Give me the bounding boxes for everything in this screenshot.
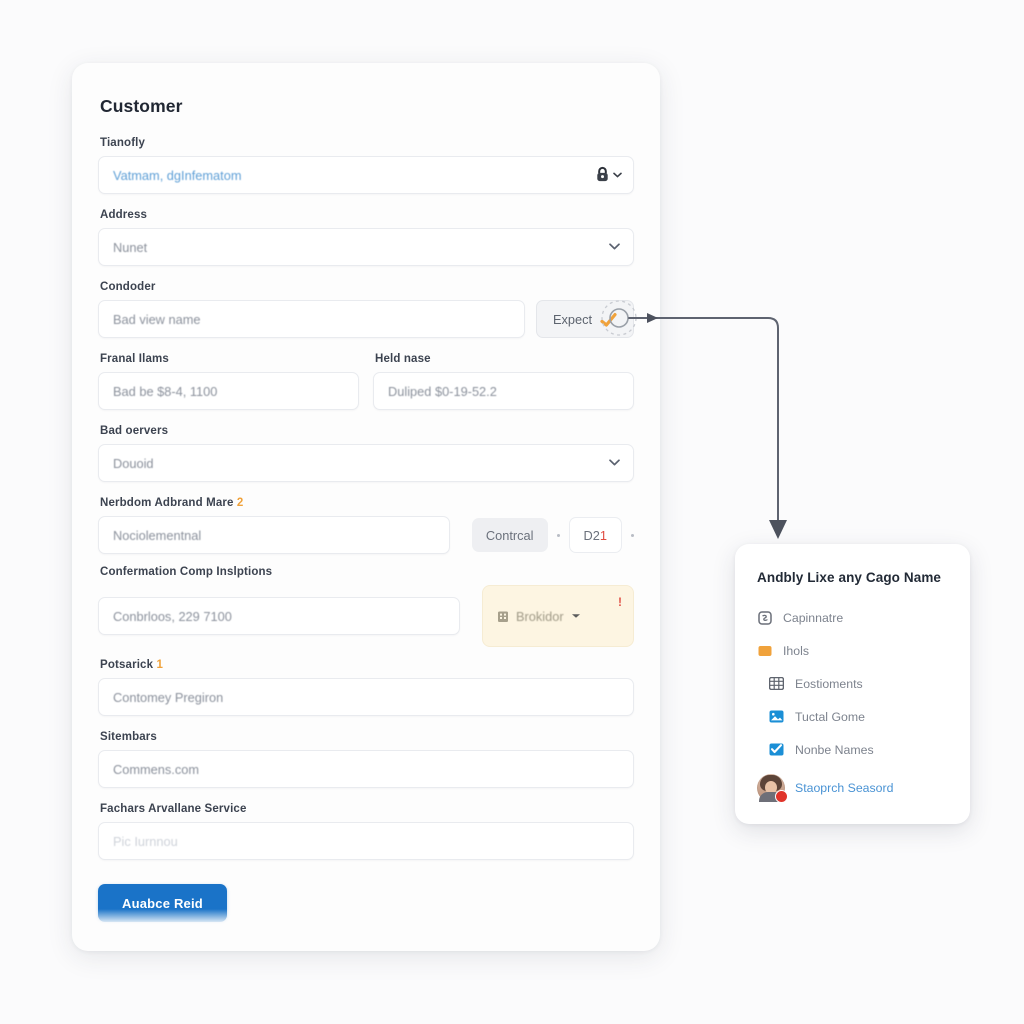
field-label-nerbdom: Nerbdom Adbrand Mare 2 xyxy=(100,497,634,509)
connector-arrowhead-end xyxy=(769,520,787,539)
chevron-down-icon xyxy=(609,243,620,250)
nerbdom-input[interactable]: Nociolementnal xyxy=(98,516,450,554)
chip-d2-label: D2 xyxy=(583,527,600,543)
menu-item-label: Capinnatre xyxy=(783,610,844,625)
menu-item-capinnatre[interactable]: Capinnatre xyxy=(757,601,948,634)
confirmation-row: Conbrloos, 229 7100 Brokidor ! xyxy=(98,585,634,647)
expect-button[interactable]: Expect xyxy=(536,300,634,338)
badge-icon xyxy=(757,610,772,625)
building-icon xyxy=(498,611,508,622)
potsarick-value: Contomey Pregiron xyxy=(113,689,224,705)
field-label-confirmation: Confermation Comp Inslptions xyxy=(100,566,273,578)
address-value: Nunet xyxy=(113,239,148,255)
chevron-down-icon xyxy=(609,459,620,466)
held-name-group: Held nase Duliped $0-19-52.2 xyxy=(373,353,634,410)
chevron-down-icon xyxy=(571,614,580,618)
name-row: Franal Ilams Bad be $8-4, 1100 Held nase… xyxy=(98,353,634,410)
chip-d2-suffix: 1 xyxy=(599,527,607,543)
tianofly-input[interactable]: Vatmam, dgInfematom xyxy=(98,156,634,194)
menu-item-label: Nonbe Names xyxy=(795,742,874,757)
tianofly-value: Vatmam, dgInfematom xyxy=(113,167,242,183)
first-name-value: Bad be $8-4, 1100 xyxy=(113,383,218,399)
grid-icon xyxy=(769,676,784,691)
field-label-address: Address xyxy=(100,209,148,221)
menu-card-title: Andbly Lixe any Cago Name xyxy=(757,570,942,585)
menu-item-label: Eostioments xyxy=(795,676,863,691)
chip-contrcal[interactable]: Contrcal xyxy=(471,518,548,552)
field-label-held-name: Held nase xyxy=(375,353,431,365)
notification-badge xyxy=(775,790,788,803)
servers-select[interactable]: Douoid xyxy=(98,444,634,482)
held-name-value: Duliped $0-19-52.2 xyxy=(388,383,497,399)
first-name-input[interactable]: Bad be $8-4, 1100 xyxy=(98,372,359,410)
image-icon xyxy=(769,709,784,724)
avatar xyxy=(757,774,788,803)
required-marker: 2 xyxy=(236,497,244,509)
lock-icon xyxy=(597,166,608,182)
menu-item-label: Ihols xyxy=(783,643,809,658)
brokidor-warning-chip[interactable]: Brokidor ! xyxy=(482,585,634,647)
brokidor-label: Brokidor xyxy=(516,608,564,624)
pencil-check-icon xyxy=(600,312,617,327)
nerbdom-row: Nociolementnal Contrcal D2 1 xyxy=(98,516,634,554)
field-label-fachars: Fachars Arvallane Service xyxy=(100,803,247,815)
customer-form-card: Customer Tianofly Vatmam, dgInfematom Ad… xyxy=(72,63,660,951)
fachars-input[interactable]: Pic Iurnnou xyxy=(98,822,634,860)
submit-button[interactable]: Auabce Reid xyxy=(98,884,227,922)
menu-item-eostioments[interactable]: Eostioments xyxy=(757,667,948,700)
menu-item-label: Tuctal Gome xyxy=(795,709,865,724)
page-title: Customer xyxy=(100,96,183,116)
customer-form-body: Customer Tianofly Vatmam, dgInfematom Ad… xyxy=(72,63,660,922)
alert-icon: ! xyxy=(618,595,622,609)
check-square-icon xyxy=(769,742,784,757)
menu-item-nonbe-names[interactable]: Nonbe Names xyxy=(757,733,948,766)
sitembars-input[interactable]: Commens.com xyxy=(98,750,634,788)
orange-square-icon xyxy=(757,643,772,658)
nerbdom-value: Nociolementnal xyxy=(113,527,202,543)
field-label-tianofly: Tianofly xyxy=(100,137,146,149)
menu-item-tuctal-gome[interactable]: Tuctal Gome xyxy=(757,700,948,733)
address-select[interactable]: Nunet xyxy=(98,228,634,266)
field-label-condoder: Condoder xyxy=(100,281,156,293)
field-label-sitembars: Sitembars xyxy=(100,731,157,743)
fachars-value: Pic Iurnnou xyxy=(113,833,178,849)
chevron-down-icon xyxy=(613,172,622,178)
sitembars-value: Commens.com xyxy=(113,761,200,777)
field-label-servers: Bad oervers xyxy=(100,425,169,437)
chip-trailing-dot xyxy=(631,533,634,537)
potsarick-label-text: Potsarick xyxy=(100,659,154,671)
lock-icon-group[interactable] xyxy=(595,166,622,183)
potsarick-input[interactable]: Contomey Pregiron xyxy=(98,678,634,716)
menu-footer-link-label: Staoprch Seasord xyxy=(795,781,894,795)
confirmation-input[interactable]: Conbrloos, 229 7100 xyxy=(98,597,460,635)
chip-separator-dot xyxy=(556,533,560,537)
servers-value: Douoid xyxy=(113,455,154,471)
field-label-first-name: Franal Ilams xyxy=(100,353,169,365)
first-name-group: Franal Ilams Bad be $8-4, 1100 xyxy=(98,353,359,410)
condoder-row: Bad view name Expect xyxy=(98,300,634,338)
menu-footer-user-link[interactable]: Staoprch Seasord xyxy=(757,768,948,808)
context-menu-card: Andbly Lixe any Cago Name Capinnatre Iho… xyxy=(735,544,970,824)
field-label-potsarick: Potsarick 1 xyxy=(100,659,634,671)
confirmation-value: Conbrloos, 229 7100 xyxy=(113,608,232,624)
expect-button-label: Expect xyxy=(552,311,593,327)
held-name-input[interactable]: Duliped $0-19-52.2 xyxy=(373,372,634,410)
condoder-value: Bad view name xyxy=(113,311,201,327)
chip-d2[interactable]: D2 1 xyxy=(568,517,622,553)
nerbdom-label-text: Nerbdom Adbrand Mare xyxy=(100,497,234,509)
condoder-input[interactable]: Bad view name xyxy=(98,300,525,338)
menu-item-ihols[interactable]: Ihols xyxy=(757,634,948,667)
required-marker: 1 xyxy=(156,659,164,671)
chip-group: Contrcal D2 1 xyxy=(471,517,634,553)
